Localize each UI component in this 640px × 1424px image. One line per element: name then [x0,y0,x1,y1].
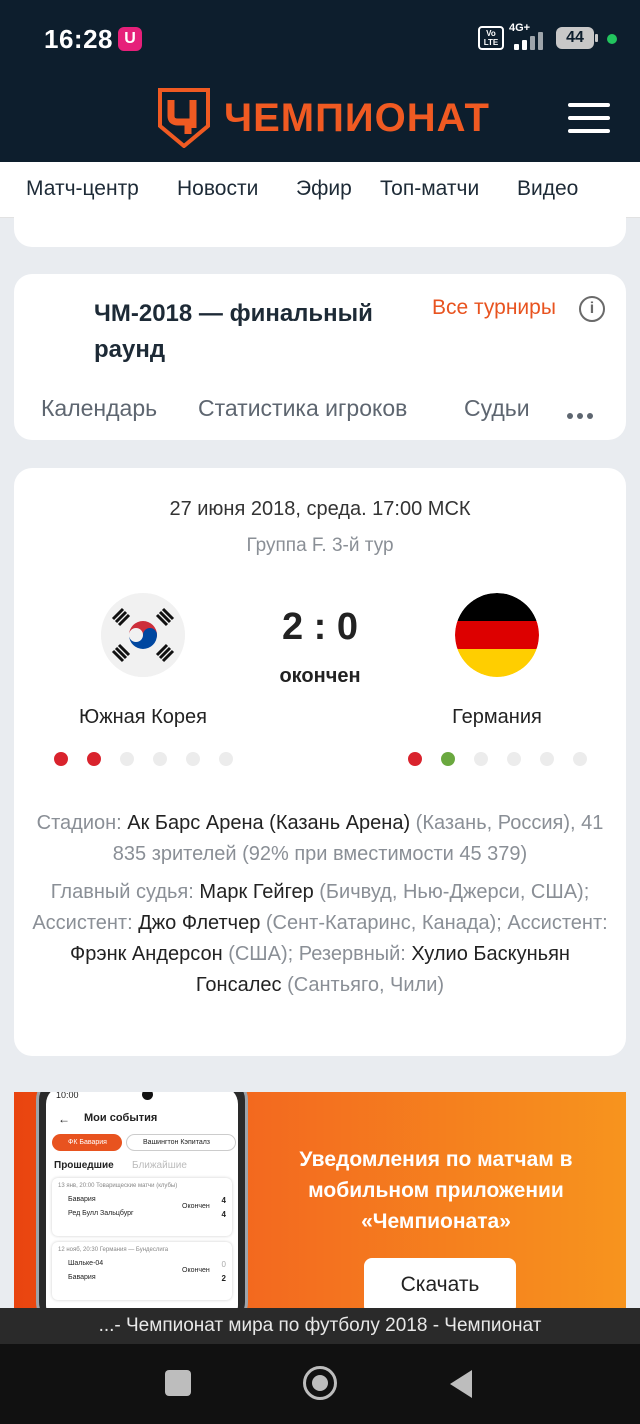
phone-match-1-score1: 4 [221,1196,226,1205]
assistant2-label: Ассистент: [507,912,608,934]
phone-mockup: 10:00 ← Мои события ФК Бавария Вашингтон… [36,1092,248,1308]
promo-headline: Уведомления по матчам в мобильном прилож… [299,1148,573,1233]
form-dot-empty [474,752,488,766]
tournament-title[interactable]: ЧМ-2018 — финальный раунд [94,296,414,368]
phone-match-1-status: Окончен [182,1203,210,1210]
tournament-card: ЧМ-2018 — финальный раунд Все турниры i … [14,274,626,440]
phone-tab-past: Прошедшие [54,1160,114,1171]
nav-item-top-matches[interactable]: Топ-матчи [380,177,479,201]
form-dot-empty [507,752,521,766]
referee-place: (Бичвуд, Нью-Джерси, США); [319,881,590,903]
home-team-name[interactable]: Южная Корея [43,706,243,729]
phone-match-2-status: Окончен [182,1267,210,1274]
stadium-label: Стадион: [36,812,122,834]
championat-logo-icon[interactable] [158,88,210,148]
phone-camera [142,1092,153,1100]
download-button[interactable]: Скачать [364,1258,516,1308]
stadium-name: Ак Барс Арена (Казань Арена) [127,812,411,834]
phone-match-2: 12 нояб, 20:30 Германия — Бундеслига Шал… [52,1242,232,1300]
all-tournaments-link[interactable]: Все турниры [432,296,556,320]
form-dot-empty [120,752,134,766]
form-dot-red [408,752,422,766]
form-dot-red [54,752,68,766]
form-dot-empty [540,752,554,766]
championat-logo-text[interactable]: ЧЕМПИОНАТ [224,96,490,141]
phone-match-1-score2: 4 [221,1210,226,1219]
phone-match-2-team2: Бавария [68,1274,96,1281]
signal-icon [512,30,550,50]
phone-match-1-team1: Бавария [68,1196,96,1203]
phone-match-1-team2: Ред Булл Зальцбург [68,1210,134,1217]
more-icon[interactable] [567,406,597,424]
hamburger-menu-icon[interactable] [568,103,610,133]
phone-match-2-meta: 12 нояб, 20:30 Германия — Бундеслига [58,1247,169,1253]
assistant1-name: Джо Флетчер [138,912,261,934]
system-nav-bar [0,1344,640,1424]
privacy-indicator [607,34,617,44]
form-dot-empty [219,752,233,766]
tab-player-stats[interactable]: Статистика игроков [198,395,407,422]
match-card: 27 июня 2018, среда. 17:00 МСК Группа F.… [14,468,626,1056]
previous-card-bottom [14,215,626,247]
assistant1-place: (Сент-Катаринс, Канада); [265,912,502,934]
assistant1-label: Ассистент: [32,912,133,934]
phone-chip-bayern: ФК Бавария [52,1134,122,1151]
status-time: 16:28 [44,24,113,54]
main-nav: Матч-центр Новости Эфир Топ-матчи Видео [0,162,640,218]
form-dot-empty [186,752,200,766]
nav-item-video[interactable]: Видео [517,177,578,201]
stadium-info: Стадион: Ак Барс Арена (Казань Арена) (К… [32,808,608,870]
referees-info: Главный судья: Марк Гейгер (Бичвуд, Нью-… [32,877,608,1001]
match-score: 2 : 0 [281,606,359,648]
phone-match-2-score2: 2 [221,1274,226,1283]
tab-referees[interactable]: Судьи [464,395,530,422]
phone-match-1-meta: 13 янв, 20:00 Товарищеские матчи (клубы) [58,1183,178,1189]
app-promo-banner[interactable]: 10:00 ← Мои события ФК Бавария Вашингтон… [14,1092,626,1308]
phone-time: 10:00 [56,1092,79,1100]
assistant2-place: (США); Резервный: [228,943,406,965]
assistant2-name: Фрэнк Андерсон [70,943,223,965]
referee-name: Марк Гейгер [199,881,314,903]
page-title-bar[interactable]: ...- Чемпионат мира по футболу 2018 - Че… [0,1308,640,1344]
referee-label: Главный судья: [50,881,194,903]
phone-chip-capitals: Вашингтон Кэпиталз [126,1134,236,1151]
tab-calendar[interactable]: Календарь [41,395,157,422]
battery-icon: 44 [556,27,598,49]
form-dot-empty [573,752,587,766]
away-team-name[interactable]: Германия [397,706,597,729]
nav-item-news[interactable]: Новости [177,177,258,201]
phone-screen: 10:00 ← Мои события ФК Бавария Вашингтон… [46,1092,238,1308]
phone-tab-upcoming: Ближайшие [132,1160,187,1171]
phone-screen-title: Мои события [84,1112,158,1124]
phone-back-icon: ← [58,1112,70,1126]
nav-item-live[interactable]: Эфир [296,177,352,201]
home-icon[interactable] [303,1366,337,1400]
form-dot-green [441,752,455,766]
notification-app-icon: U [118,27,142,51]
match-status: окончен [279,665,361,687]
reserve-place: (Сантьяго, Чили) [287,974,445,996]
match-date: 27 июня 2018, среда. 17:00 МСК [169,498,471,520]
back-icon[interactable] [450,1370,472,1398]
match-group: Группа F. 3-й тур [246,535,394,556]
recents-icon[interactable] [165,1370,191,1396]
nav-item-match-center[interactable]: Матч-центр [26,177,139,201]
info-icon[interactable]: i [579,296,605,322]
form-dot-empty [153,752,167,766]
phone-match-1: 13 янв, 20:00 Товарищеские матчи (клубы)… [52,1178,232,1236]
app-header: 16:28 U Vo LTE 4G+ 44 ЧЕМПИОНАТ [0,0,640,162]
phone-match-2-team1: Шальке-04 [68,1260,104,1267]
form-dot-red [87,752,101,766]
phone-match-2-score1: 0 [221,1260,226,1269]
volte-icon: Vo LTE [478,26,504,50]
